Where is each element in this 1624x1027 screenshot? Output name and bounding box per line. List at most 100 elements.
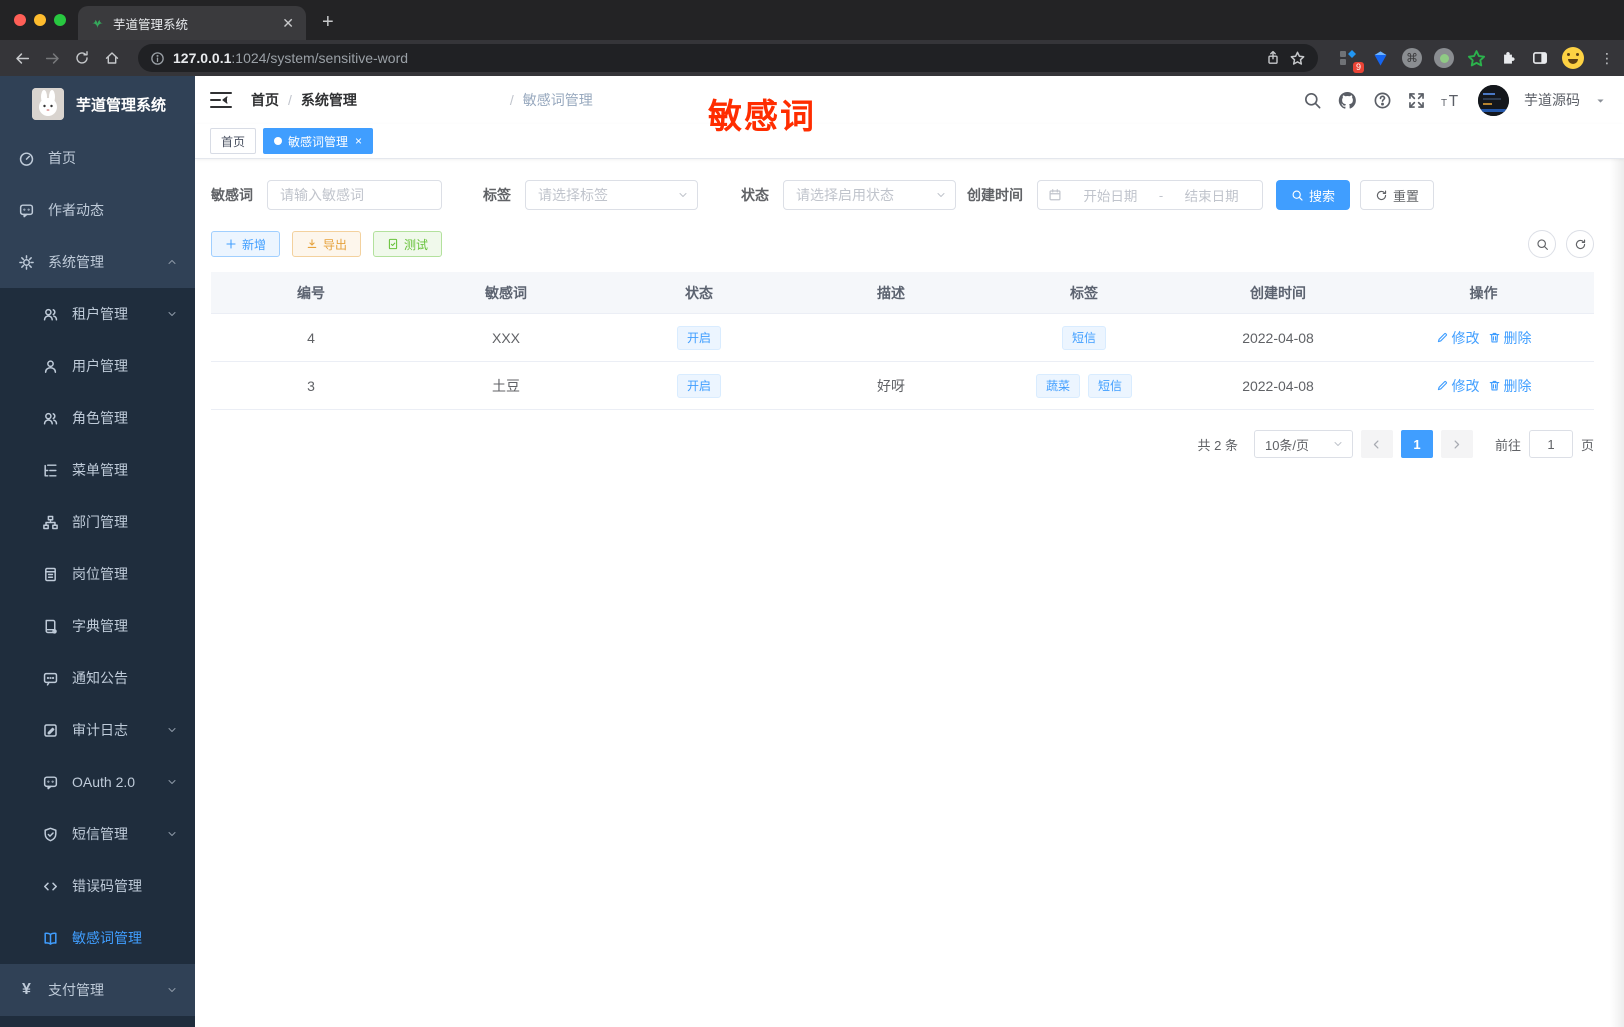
start-date-placeholder[interactable]: 开始日期 xyxy=(1070,185,1151,205)
browser-menu-icon[interactable]: ⋮ xyxy=(1600,50,1614,67)
bookmark-star-icon[interactable] xyxy=(1289,50,1306,67)
refresh-table-icon[interactable] xyxy=(1566,230,1594,258)
right-edge-shade xyxy=(1610,159,1624,1027)
tab-grid-extension-icon[interactable]: 9 xyxy=(1338,48,1364,73)
reset-button[interactable]: 重置 xyxy=(1360,180,1435,210)
prev-page-button[interactable] xyxy=(1360,430,1393,458)
sidebar-item-role-management[interactable]: 角色管理 xyxy=(0,392,195,444)
sidebar-item-label: 租户管理 xyxy=(72,306,128,322)
share-icon[interactable] xyxy=(1265,50,1281,66)
next-page-button[interactable] xyxy=(1440,430,1473,458)
collapse-sidebar-icon[interactable] xyxy=(210,91,232,109)
chevron-down-icon xyxy=(1334,441,1342,447)
yen-icon: ¥ xyxy=(22,981,31,998)
export-button[interactable]: 导出 xyxy=(292,231,362,257)
table-tools xyxy=(1528,230,1594,258)
user-avatar[interactable] xyxy=(1478,84,1509,116)
page-number-button[interactable]: 1 xyxy=(1400,430,1433,458)
sidebar-item-payment-management[interactable]: ¥ 支付管理 xyxy=(0,964,195,1016)
extension-badge: 9 xyxy=(1352,62,1364,73)
macos-window-controls[interactable] xyxy=(14,14,66,26)
new-tab-button[interactable]: + xyxy=(322,11,334,34)
username-label[interactable]: 芋道源码 xyxy=(1524,90,1580,110)
green-star-extension-icon[interactable] xyxy=(1466,48,1486,68)
header-actions: T T 芋道源码 xyxy=(1303,84,1606,116)
search-button[interactable]: 搜索 xyxy=(1276,180,1351,210)
sidebar-item-user-management[interactable]: 用户管理 xyxy=(0,340,195,392)
plus-icon xyxy=(226,239,236,249)
profile-avatar-icon[interactable] xyxy=(1562,47,1584,69)
chevron-down-icon xyxy=(937,192,945,198)
svg-text:T: T xyxy=(1449,93,1459,110)
edit-link[interactable]: 修改 xyxy=(1436,376,1480,396)
keyword-label: 敏感词 xyxy=(211,187,253,203)
tag-sensitive-word-active[interactable]: 敏感词管理 × xyxy=(263,128,374,154)
sidebar-item-author-news[interactable]: 作者动态 xyxy=(0,184,195,236)
sidebar-item-label: 用户管理 xyxy=(72,358,128,374)
help-icon[interactable] xyxy=(1373,91,1392,110)
keyword-input[interactable] xyxy=(267,180,442,210)
page-size-select[interactable]: 10条/页 xyxy=(1253,430,1353,458)
sidebar-item-dict-management[interactable]: 字典管理 xyxy=(0,600,195,652)
home-icon[interactable] xyxy=(100,44,124,72)
sidebar-item-label: 字典管理 xyxy=(72,618,128,634)
reload-icon[interactable] xyxy=(70,44,94,72)
sidebar-logo-row[interactable]: 芋道管理系统 xyxy=(0,76,195,132)
sidebar-item-post-management[interactable]: 岗位管理 xyxy=(0,548,195,600)
keyword-input-field[interactable] xyxy=(280,187,429,203)
date-range-picker[interactable]: 开始日期 - 结束日期 xyxy=(1037,180,1263,210)
sidebar-item-home[interactable]: 首页 xyxy=(0,132,195,184)
extensions-puzzle-icon[interactable] xyxy=(1498,48,1518,68)
cell-word: XXX xyxy=(491,329,520,346)
close-window-button[interactable] xyxy=(14,14,26,26)
back-icon[interactable] xyxy=(10,44,34,72)
end-date-placeholder[interactable]: 结束日期 xyxy=(1171,185,1252,205)
tags-view-bar: 首页 敏感词管理 × xyxy=(195,124,1624,159)
tag-label: 敏感词管理 xyxy=(288,134,349,149)
zoom-window-button[interactable] xyxy=(54,14,66,26)
sidebar-item-notice-announcement[interactable]: 通知公告 xyxy=(0,652,195,704)
sidebar-item-menu-management[interactable]: 菜单管理 xyxy=(0,444,195,496)
status-select[interactable]: 请选择启用状态 xyxy=(783,180,956,210)
address-bar[interactable]: 127.0.0.1:1024/system/sensitive-word xyxy=(138,44,1318,72)
recorder-extension-icon[interactable] xyxy=(1434,48,1454,68)
goto-page-input[interactable] xyxy=(1528,430,1573,458)
gem-extension-icon[interactable] xyxy=(1370,48,1390,68)
tag-home[interactable]: 首页 xyxy=(210,128,257,154)
tag-select[interactable]: 请选择标签 xyxy=(525,180,698,210)
sidebar-item-oauth[interactable]: OAuth 2.0 xyxy=(0,756,195,808)
delete-link[interactable]: 删除 xyxy=(1488,376,1532,396)
add-button[interactable]: 新增 xyxy=(211,231,281,257)
sidebar-item-error-code-management[interactable]: 错误码管理 xyxy=(0,860,195,912)
tab-title: 芋道管理系统 xyxy=(113,17,189,32)
show-search-icon[interactable] xyxy=(1528,230,1556,258)
edit-link[interactable]: 修改 xyxy=(1436,328,1480,348)
chevron-down-icon xyxy=(679,192,687,198)
dashboard-icon xyxy=(19,151,34,166)
sidebar-item-sensitive-word-management[interactable]: 敏感词管理 xyxy=(0,912,195,964)
browser-tab[interactable]: 芋道管理系统 ✕ xyxy=(78,6,306,40)
github-icon[interactable] xyxy=(1337,90,1358,111)
font-size-icon[interactable]: T T xyxy=(1441,91,1463,110)
sidebar-item-system-management[interactable]: 系统管理 xyxy=(0,236,195,288)
sidebar-item-tenant-management[interactable]: 租户管理 xyxy=(0,288,195,340)
side-panel-icon[interactable] xyxy=(1530,48,1550,68)
minimize-window-button[interactable] xyxy=(34,14,46,26)
forward-icon[interactable] xyxy=(40,44,64,72)
breadcrumb-system[interactable]: 系统管理 xyxy=(301,90,501,110)
url-text[interactable]: 127.0.0.1:1024/system/sensitive-word xyxy=(173,50,1257,66)
sidebar-item-department-management[interactable]: 部门管理 xyxy=(0,496,195,548)
breadcrumb-home[interactable]: 首页 xyxy=(251,90,279,110)
tag-badge: 短信 xyxy=(1061,325,1106,350)
search-icon[interactable] xyxy=(1303,91,1322,110)
caret-down-icon[interactable] xyxy=(1595,95,1606,106)
site-info-icon[interactable] xyxy=(150,51,165,66)
sidebar-item-audit-log[interactable]: 审计日志 xyxy=(0,704,195,756)
delete-link[interactable]: 删除 xyxy=(1488,328,1532,348)
fullscreen-icon[interactable] xyxy=(1407,91,1426,110)
sidebar-item-sms-management[interactable]: 短信管理 xyxy=(0,808,195,860)
tag-close-icon[interactable]: × xyxy=(355,134,362,148)
test-button[interactable]: 测试 xyxy=(373,231,443,257)
tab-close-icon[interactable]: ✕ xyxy=(282,15,294,32)
command-extension-icon[interactable]: ⌘ xyxy=(1402,48,1422,68)
